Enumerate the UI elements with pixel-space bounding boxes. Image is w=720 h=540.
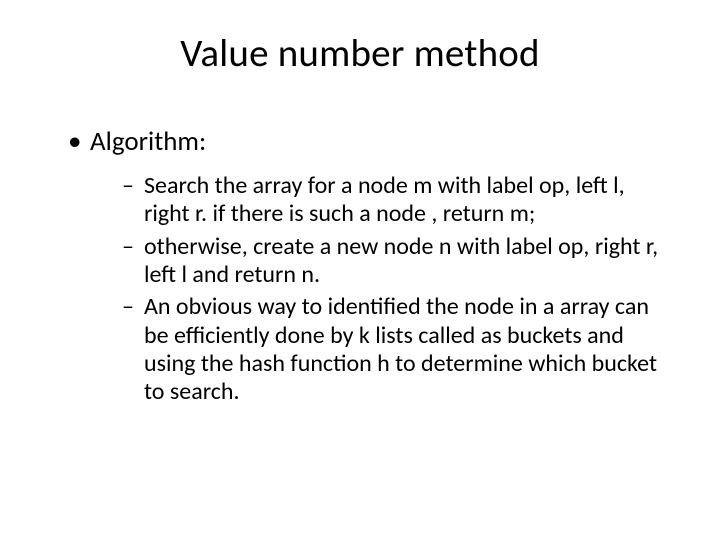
slide: Value number method Algorithm: Search th… — [0, 0, 720, 540]
sub-bullet-item: Search the array for a node m with label… — [122, 172, 660, 229]
sub-bullet-text: An obvious way to identified the node in… — [144, 292, 657, 406]
bullet-list-level1: Algorithm: Search the array for a node m… — [60, 125, 660, 407]
sub-bullet-item: otherwise, create a new node n with labe… — [122, 233, 660, 290]
bullet-item-algorithm: Algorithm: Search the array for a node m… — [68, 125, 660, 407]
sub-bullet-text: Search the array for a node m with label… — [144, 171, 625, 228]
sub-bullet-item: An obvious way to identified the node in… — [122, 293, 660, 406]
bullet-list-level2: Search the array for a node m with label… — [90, 172, 660, 407]
sub-bullet-text: otherwise, create a new node n with labe… — [144, 232, 658, 289]
slide-title: Value number method — [60, 30, 660, 77]
bullet-label: Algorithm: — [90, 125, 206, 158]
